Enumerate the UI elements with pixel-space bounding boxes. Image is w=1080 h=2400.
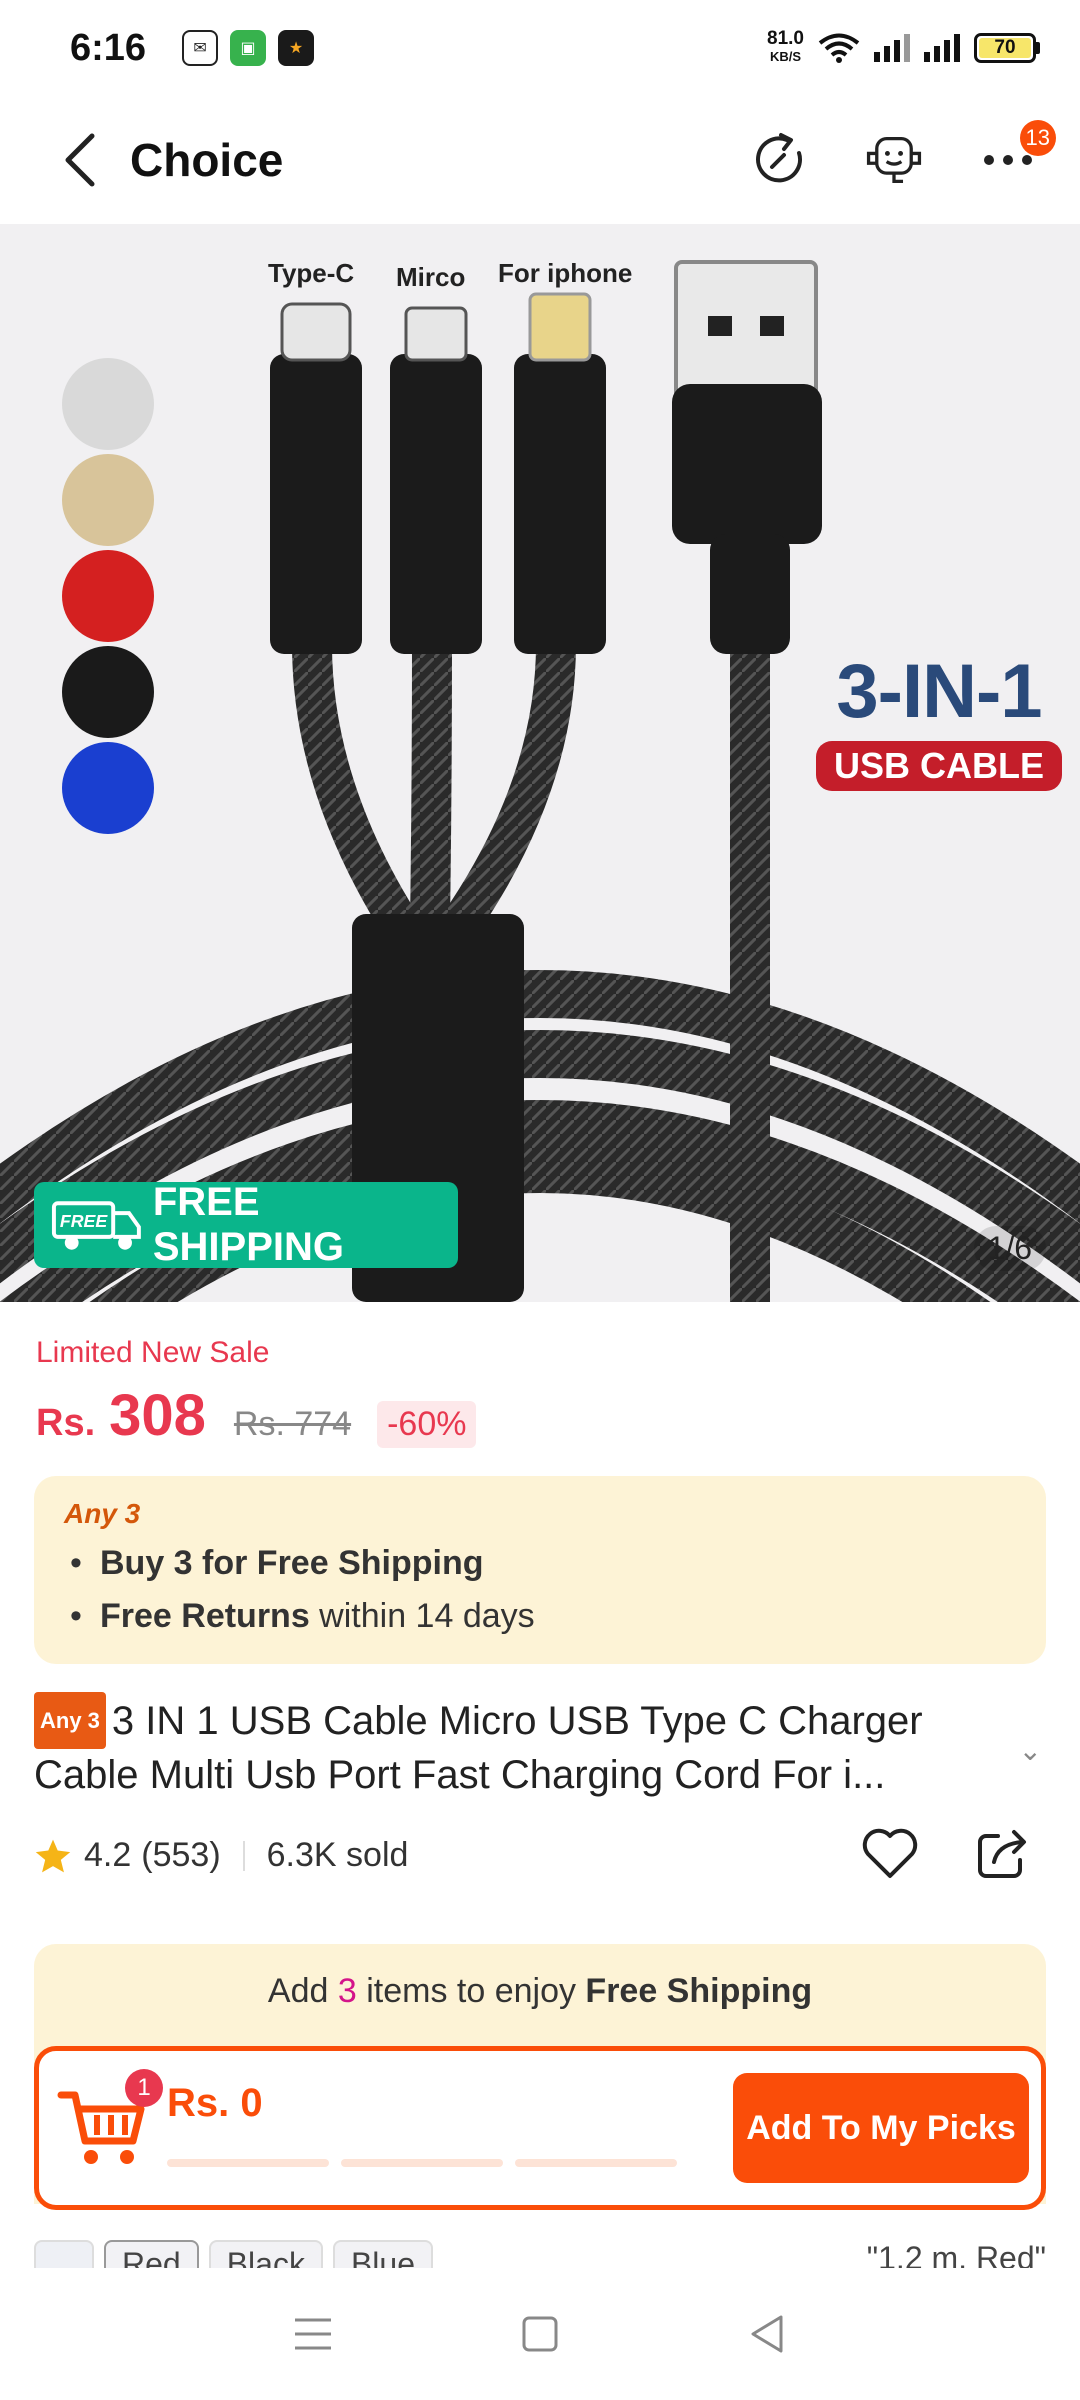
system-nav-bar — [0, 2268, 1080, 2400]
variant-summary[interactable]: "1.2 m, Red" — [867, 2240, 1046, 2268]
variant-black[interactable]: Black — [208, 2240, 323, 2268]
bundle-message: Add 3 items to enjoy Free Shipping — [34, 1972, 1046, 2011]
free-shipping-banner: FREE FREE SHIPPING — [34, 1180, 458, 1269]
promo-line2-rest: within 14 days — [309, 1597, 535, 1635]
share-icon[interactable] — [974, 1826, 1030, 1882]
current-price: 308 — [109, 1383, 206, 1448]
network-speed-unit: KB/S — [769, 49, 802, 64]
back-triangle-icon — [751, 2315, 783, 2353]
customer-service-button[interactable] — [862, 128, 926, 192]
refresh-icon — [756, 133, 802, 183]
any3-promo-box[interactable]: Any 3 Buy 3 for Free Shipping Free Retur… — [34, 1476, 1046, 1664]
promo-line2-bold: Free Returns — [100, 1597, 310, 1635]
game-app-icon: ★ — [278, 30, 315, 66]
price-currency: Rs. — [36, 1402, 96, 1444]
variant-red[interactable]: Red — [104, 2240, 199, 2268]
shop-app-icon: ▣ — [230, 30, 267, 66]
star-icon — [35, 1839, 71, 1872]
label-type-c: Type-C — [268, 258, 355, 288]
signal-icon — [874, 34, 910, 62]
sold-count: 6.3K sold — [266, 1836, 409, 1874]
picks-card: 1 Rs. 0 Add To My Picks — [34, 2046, 1046, 2210]
original-price: Rs. 774 — [233, 1405, 352, 1443]
label-micro: Mirco — [396, 262, 466, 292]
wishlist-heart-icon[interactable] — [860, 1826, 920, 1882]
sale-label: Limited New Sale — [36, 1336, 270, 1369]
wifi-icon — [818, 33, 860, 63]
product-title-text: 3 IN 1 USB Cable Micro USB Type C Charge… — [34, 1699, 923, 1797]
review-count: (553) — [141, 1836, 221, 1874]
home-square-icon — [522, 2316, 558, 2352]
bundle-msg-bold: Free Shipping — [585, 1972, 813, 2010]
back-arrow-icon — [65, 133, 95, 187]
tag-usb-cable: USB CABLE — [815, 741, 1062, 791]
chat-app-icon: ✉ — [182, 30, 219, 66]
free-icon-text: FREE — [60, 1211, 109, 1231]
bundle-msg-count: 3 — [337, 1972, 357, 2010]
status-bar: 6:16 ✉ ▣ ★ 81.0 KB/S 70 — [0, 0, 1080, 96]
battery-level: 70 — [979, 37, 1031, 58]
rating-divider — [242, 1840, 245, 1871]
variant-image-icon[interactable] — [34, 2240, 94, 2268]
more-dots-icon — [984, 155, 1032, 165]
three-in-one-tag: 3-IN-1 USB CABLE — [815, 648, 1062, 791]
app-header: Choice 13 — [0, 96, 1080, 224]
image-counter: 1/6 — [973, 1226, 1046, 1271]
promo-line-free-shipping: Buy 3 for Free Shipping — [64, 1544, 1016, 1583]
price-row: Rs. 308 Rs. 774 -60% — [36, 1382, 477, 1449]
product-title[interactable]: Any 33 IN 1 USB Cable Micro USB Type C C… — [34, 1692, 1004, 1802]
status-time: 6:16 — [70, 26, 147, 69]
swatch-silver — [62, 358, 154, 450]
notification-badge: 13 — [1019, 120, 1056, 156]
bundle-progress — [167, 2159, 677, 2167]
signal-2-icon — [924, 34, 960, 62]
swatch-red — [62, 550, 154, 642]
variant-blue[interactable]: Blue — [332, 2240, 433, 2268]
bundle-msg-mid: items to enjoy — [356, 1972, 586, 2010]
product-image-gallery[interactable]: Type-C Mirco For iphone 3-IN-1 USB CABLE… — [0, 224, 1080, 1302]
any3-title: Any 3 — [64, 1498, 141, 1529]
label-iphone: For iphone — [498, 258, 633, 288]
customer-service-icon — [866, 137, 922, 183]
recent-apps-button[interactable] — [273, 2294, 353, 2374]
expand-title-chevron-icon[interactable]: ⌄ — [1019, 1734, 1042, 1767]
page-title: Choice — [130, 134, 284, 186]
refresh-button[interactable] — [748, 128, 812, 192]
swatch-black — [62, 646, 154, 738]
free-shipping-label: FREE SHIPPING — [152, 1180, 344, 1269]
swatch-gold — [62, 454, 154, 546]
variant-strip: Red Black Blue "1.2 m, Red" — [34, 2240, 1046, 2268]
free-truck-icon: FREE — [51, 1201, 141, 1250]
bundle-total: Rs. 0 — [167, 2081, 263, 2125]
any3-tag: Any 3 — [34, 1692, 106, 1749]
add-to-picks-button[interactable]: Add To My Picks — [733, 2073, 1029, 2183]
more-menu-button[interactable]: 13 — [976, 120, 1056, 192]
bundle-msg-pre: Add — [267, 1972, 338, 2010]
network-speed: 81.0 KB/S — [767, 28, 804, 66]
promo-line1-text: Buy 3 for Free Shipping — [100, 1544, 484, 1582]
discount-badge: -60% — [377, 1401, 477, 1448]
back-button[interactable] — [50, 130, 110, 190]
back-nav-button[interactable] — [727, 2294, 807, 2374]
battery-icon: 70 — [974, 33, 1040, 63]
tag-3in1-big: 3-IN-1 — [836, 649, 1042, 734]
promo-line-free-returns: Free Returns within 14 days — [64, 1597, 1016, 1636]
swatch-blue — [62, 742, 154, 834]
menu-icon — [295, 2318, 332, 2350]
cart-count-badge: 1 — [125, 2069, 163, 2107]
rating-row[interactable]: 4.2 (553) 6.3K sold — [34, 1836, 408, 1875]
rating-score: 4.2 — [84, 1836, 132, 1874]
network-speed-value: 81.0 — [767, 28, 804, 49]
status-app-icons: ✉ ▣ ★ — [182, 30, 315, 66]
home-button[interactable] — [500, 2294, 580, 2374]
product-actions — [860, 1826, 1030, 1882]
